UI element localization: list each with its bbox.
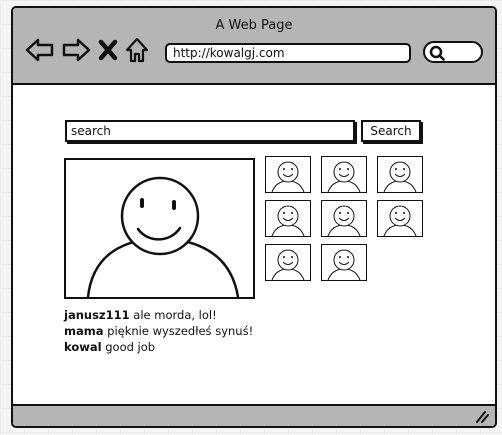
comment: janusz111 ale morda, lol! bbox=[64, 307, 253, 323]
browser-window: A Web Page http://kowalgj.com Search bbox=[11, 6, 497, 428]
address-bar[interactable]: http://kowalgj.com bbox=[165, 43, 411, 63]
thumbnail[interactable] bbox=[265, 244, 311, 281]
comments-list: janusz111 ale morda, lol! mama pięknie w… bbox=[64, 307, 253, 355]
smiley-thumbnail-icon bbox=[271, 205, 305, 236]
comment-text: pięknie wyszedłeś synuś! bbox=[107, 324, 254, 338]
search-input[interactable] bbox=[65, 120, 355, 142]
search-icon bbox=[429, 45, 445, 61]
comment: kowal good job bbox=[64, 339, 253, 355]
smiley-thumbnail-icon bbox=[271, 161, 305, 192]
thumbnail[interactable] bbox=[321, 156, 367, 193]
thumbnail[interactable] bbox=[377, 156, 423, 193]
close-x-icon[interactable] bbox=[97, 38, 119, 62]
resize-grip-icon[interactable] bbox=[475, 410, 489, 424]
thumbnail[interactable] bbox=[377, 200, 423, 237]
nav-toolbar bbox=[25, 36, 149, 64]
thumbnail[interactable] bbox=[265, 156, 311, 193]
forward-arrow-icon[interactable] bbox=[61, 38, 91, 62]
smiley-avatar-icon bbox=[86, 176, 240, 297]
smiley-thumbnail-icon bbox=[383, 161, 417, 192]
comment-user[interactable]: janusz111 bbox=[64, 308, 130, 322]
search-button[interactable]: Search bbox=[361, 120, 421, 142]
main-photo[interactable] bbox=[64, 158, 255, 299]
thumbnail[interactable] bbox=[321, 244, 367, 281]
comment-user[interactable]: mama bbox=[64, 324, 104, 338]
browser-chrome: A Web Page http://kowalgj.com bbox=[13, 8, 495, 85]
status-bar bbox=[13, 404, 495, 426]
browser-search-field[interactable] bbox=[423, 41, 483, 63]
smiley-thumbnail-icon bbox=[327, 161, 361, 192]
smiley-thumbnail-icon bbox=[383, 205, 417, 236]
window-title: A Web Page bbox=[215, 18, 293, 33]
smiley-thumbnail-icon bbox=[327, 205, 361, 236]
back-arrow-icon[interactable] bbox=[25, 38, 55, 62]
comment-text: good job bbox=[105, 340, 156, 354]
comment-text: ale morda, lol! bbox=[133, 308, 217, 322]
thumbnail[interactable] bbox=[265, 200, 311, 237]
comment-user[interactable]: kowal bbox=[64, 340, 102, 354]
smiley-thumbnail-icon bbox=[271, 249, 305, 280]
smiley-thumbnail-icon bbox=[327, 249, 361, 280]
home-icon[interactable] bbox=[125, 37, 149, 63]
thumbnail[interactable] bbox=[321, 200, 367, 237]
comment: mama pięknie wyszedłeś synuś! bbox=[64, 323, 253, 339]
